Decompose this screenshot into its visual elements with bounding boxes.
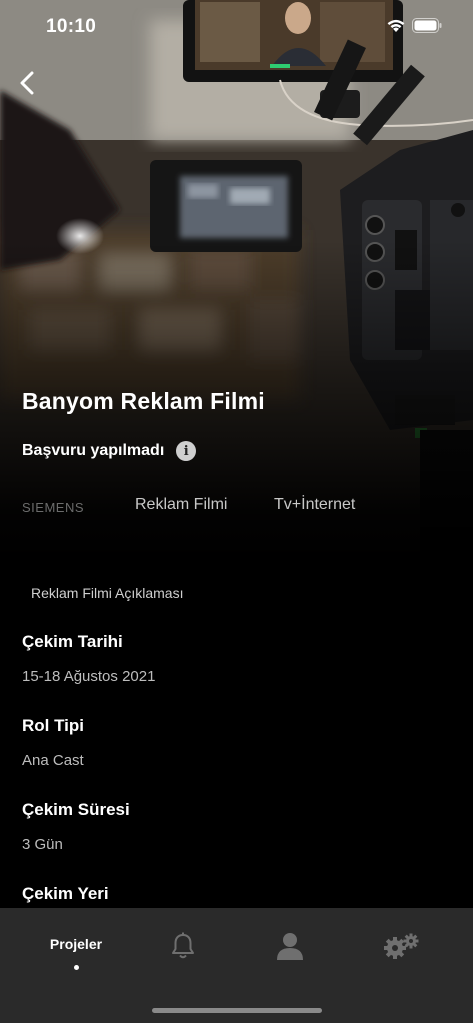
wifi-icon — [387, 19, 405, 32]
home-indicator — [152, 1008, 322, 1013]
back-button[interactable] — [12, 68, 42, 98]
shoot-date-value: 15-18 Ağustos 2021 — [22, 668, 156, 685]
tab-projects[interactable]: Projeler — [36, 908, 116, 988]
chevron-left-icon — [20, 71, 34, 95]
bell-icon[interactable] — [170, 932, 196, 960]
brand-tag: SIEMENS — [22, 500, 85, 515]
role-type-label: Rol Tipi — [22, 716, 85, 735]
project-title: Banyom Reklam Filmi — [22, 388, 265, 414]
status-time: 10:10 — [46, 16, 97, 37]
tab-projects-label: Projeler — [49, 936, 103, 952]
info-icon[interactable]: i — [176, 441, 197, 461]
project-tags: SIEMENS Reklam Filmi Tv+İnternet — [0, 496, 473, 522]
shoot-date-label: Çekim Tarihi — [22, 632, 123, 651]
application-status-text: Başvuru yapılmadı — [22, 442, 165, 459]
active-tab-indicator — [73, 965, 79, 970]
user-icon[interactable] — [276, 932, 304, 960]
media-tag: Tv+İnternet — [274, 496, 356, 513]
project-type-tag: Reklam Filmi — [135, 496, 228, 513]
role-type-value: Ana Cast — [22, 752, 84, 769]
tab-bar: Projeler — [0, 908, 473, 1023]
status-bar: 10:10 — [0, 0, 473, 54]
hero-image — [0, 0, 473, 560]
shoot-location-label: Çekim Yeri — [22, 884, 109, 903]
shoot-duration-value: 3 Gün — [22, 836, 63, 853]
settings-gears-icon[interactable] — [383, 932, 419, 960]
application-status: Başvuru yapılmadı i — [22, 441, 197, 461]
battery-icon — [412, 18, 442, 33]
description-label: Reklam Filmi Açıklaması — [31, 585, 184, 601]
shoot-duration-label: Çekim Süresi — [22, 800, 130, 819]
